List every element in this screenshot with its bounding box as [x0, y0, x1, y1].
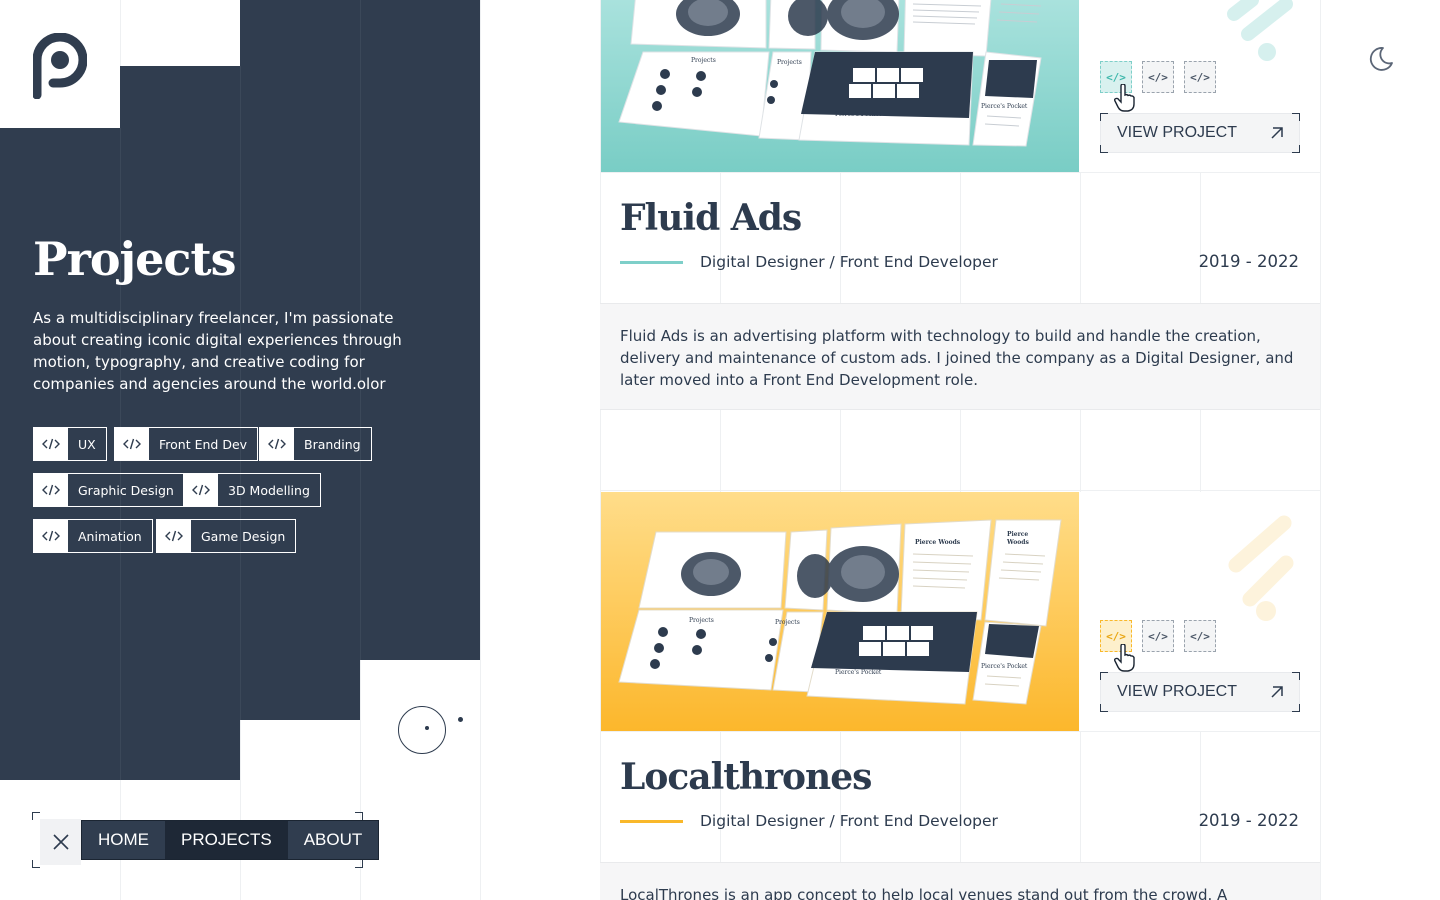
view-project-frame	[1100, 672, 1300, 712]
pointer-hand-icon	[1114, 644, 1135, 672]
moon-icon[interactable]	[1366, 45, 1394, 73]
main-nav: HOME PROJECTS ABOUT	[81, 820, 380, 860]
code-icon	[115, 428, 149, 460]
tag-label: Graphic Design	[78, 482, 174, 498]
tag-branding[interactable]: Branding	[259, 427, 372, 461]
code-icon: </>	[1148, 70, 1168, 84]
tag-ux[interactable]: UX	[33, 427, 107, 461]
svg-text:Pierce's Pocket: Pierce's Pocket	[835, 669, 882, 676]
code-icon: </>	[1190, 70, 1210, 84]
tag-front-end-dev[interactable]: Front End Dev	[114, 427, 259, 461]
project-description: LocalThrones is an app concept to help l…	[600, 862, 1320, 900]
project-years: 2019 - 2022	[1198, 811, 1299, 830]
svg-text:Pierce's Pocket: Pierce's Pocket	[981, 103, 1028, 110]
project-description: Fluid Ads is an advertising platform wit…	[600, 303, 1320, 410]
accent-line	[620, 820, 683, 823]
decorative-squiggle	[1228, 515, 1294, 621]
accent-line	[620, 261, 683, 264]
svg-text:Woods: Woods	[1006, 539, 1029, 546]
tech-button-3[interactable]: </>	[1184, 620, 1216, 652]
code-icon	[157, 520, 191, 552]
code-icon	[34, 474, 68, 506]
project-thumbnail-localthrones[interactable]: Projects Projects Pierce's Pocket Pierce…	[601, 492, 1079, 731]
svg-text:Projects: Projects	[691, 57, 716, 64]
mockup-screens: Projects Projects Pierce's Pocket Pierce…	[618, 519, 1062, 705]
code-icon	[34, 520, 68, 552]
mockup-screens: Projects Projects Pierce's Pocket Pierce…	[618, 0, 1042, 147]
nav-projects[interactable]: PROJECTS	[165, 821, 288, 859]
code-icon: </>	[1148, 629, 1168, 643]
tag-label: Game Design	[201, 528, 286, 544]
svg-text:Projects: Projects	[775, 619, 800, 626]
code-icon: </>	[1106, 629, 1126, 643]
p-logo-icon[interactable]	[33, 33, 87, 99]
tag-label: 3D Modelling	[228, 482, 310, 498]
cursor-ring	[398, 706, 446, 754]
project-years: 2019 - 2022	[1198, 252, 1299, 271]
nav-home[interactable]: HOME	[82, 821, 165, 859]
tag-label: Animation	[78, 528, 142, 544]
project-title: Localthrones	[620, 756, 872, 798]
pointer-hand-icon	[1114, 84, 1135, 112]
code-icon	[184, 474, 218, 506]
view-project-frame	[1100, 113, 1300, 153]
svg-text:Pierce's Pocket: Pierce's Pocket	[981, 663, 1028, 670]
svg-text:Pierce: Pierce	[1007, 531, 1028, 538]
tag-3d-modelling[interactable]: 3D Modelling	[183, 473, 321, 507]
project-role: Digital Designer / Front End Developer	[700, 812, 998, 830]
code-icon	[260, 428, 294, 460]
code-icon: </>	[1190, 629, 1210, 643]
tech-button-2[interactable]: </>	[1142, 61, 1174, 93]
tag-label: Front End Dev	[159, 436, 248, 452]
page-title: Projects	[33, 232, 237, 286]
svg-text:Pierce Woods: Pierce Woods	[915, 539, 961, 546]
cursor-dot	[425, 726, 429, 730]
close-icon	[52, 834, 69, 850]
tag-animation[interactable]: Animation	[33, 519, 153, 553]
code-icon	[34, 428, 68, 460]
decorative-dot	[458, 717, 463, 722]
svg-text:Projects: Projects	[777, 59, 802, 66]
decorative-squiggle	[1227, 0, 1293, 61]
project-title: Fluid Ads	[620, 197, 802, 239]
code-icon: </>	[1106, 70, 1126, 84]
tag-label: UX	[78, 436, 96, 452]
tag-graphic-design[interactable]: Graphic Design	[33, 473, 185, 507]
tag-label: Branding	[304, 436, 361, 452]
project-role: Digital Designer / Front End Developer	[700, 253, 998, 271]
project-thumbnail-fluid-ads[interactable]: Projects Projects Pierce's Pocket Pierce…	[601, 0, 1079, 172]
intro-description: As a multidisciplinary freelancer, I'm p…	[33, 309, 402, 393]
svg-text:Projects: Projects	[689, 617, 714, 624]
tag-game-design[interactable]: Game Design	[156, 519, 297, 553]
svg-text:Pierce's Pocket: Pierce's Pocket	[835, 111, 882, 118]
nav-about[interactable]: ABOUT	[288, 821, 379, 859]
tech-button-3[interactable]: </>	[1184, 61, 1216, 93]
close-menu-button[interactable]	[40, 819, 81, 865]
tech-button-2[interactable]: </>	[1142, 620, 1174, 652]
